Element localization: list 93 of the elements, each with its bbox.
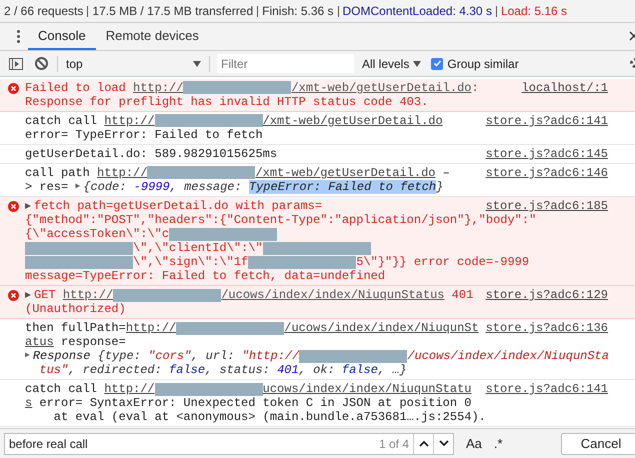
log-text: \",\"clientId\":\" <box>133 241 263 256</box>
source-link[interactable]: store.js?adc6:145 <box>486 147 608 161</box>
status-text: Finish: 5.36 s <box>262 3 334 20</box>
log-text: > res= <box>25 180 70 194</box>
expand-toggle[interactable]: ▶ <box>75 182 80 191</box>
log-text: getUserDetail.do: 589.98291015625ms <box>25 147 278 161</box>
string-value: "http:// <box>242 349 300 364</box>
sidebar-toggle-icon[interactable] <box>9 58 23 70</box>
log-text: 401 <box>450 288 474 302</box>
log-text: Response for preflight has invalid HTTP status code 403. <box>25 95 428 109</box>
log-text: \",\"sign\":\"1f <box>133 255 248 270</box>
source-link[interactable]: store.js?adc6:185 <box>486 199 608 214</box>
expand-arrow-icon[interactable] <box>25 203 31 209</box>
source-link[interactable]: localhost/:1 <box>522 81 608 95</box>
log-text: {\"accessToken\":\"c <box>25 227 170 242</box>
find-query: before real call <box>8 436 89 452</box>
status-text: Load: 5.16 s <box>500 3 568 20</box>
url-link[interactable]: http:// <box>104 114 155 128</box>
log-text: then fullPath= <box>25 321 126 336</box>
url-link[interactable]: /xmt-web/getUserDetail.do <box>255 166 436 180</box>
checkbox-label: Group similar <box>447 56 519 72</box>
error-icon <box>8 83 19 94</box>
expand-arrow-icon[interactable] <box>25 292 31 298</box>
object-text: , status: <box>205 363 271 378</box>
source-link[interactable]: store.js?adc6:141 <box>486 114 608 128</box>
object-text: , redirected: <box>68 363 163 378</box>
clear-console-icon[interactable] <box>35 57 48 70</box>
log-text: error= TypeError: Failed to fetch <box>25 128 263 142</box>
url-link[interactable]: ucows/index/index/NiuqunStatu <box>262 382 472 396</box>
boolean-value: false <box>169 363 206 378</box>
object-text: , …} <box>378 363 407 378</box>
object-text: , url: <box>191 349 236 364</box>
string-value: tus" <box>38 363 68 378</box>
url-link[interactable]: /ucows/index/index/NiuqunSt <box>284 321 479 336</box>
url-link[interactable]: http:// <box>126 321 176 336</box>
object-text: , message: <box>170 180 243 194</box>
status-text: DOMContentLoaded: 4.30 s <box>342 3 492 20</box>
find-field[interactable]: before real call 1 of 4 <box>4 432 454 454</box>
filter-field[interactable]: Filter <box>217 54 354 73</box>
context-select[interactable]: top <box>66 54 201 72</box>
expand-toggle[interactable]: ▶ <box>25 351 30 360</box>
log-text: 5\"}"}} error code=-9999 <box>356 255 530 270</box>
source-link[interactable]: store.js?adc6:141 <box>486 382 608 396</box>
url-link[interactable]: http:// <box>97 166 148 180</box>
highlighted-text: TypeError: Failed to fetch <box>248 180 436 194</box>
source-link[interactable]: store.js?adc6:129 <box>486 288 608 302</box>
string-value: /ucows/index/index/NiuqunSta <box>407 349 609 364</box>
string-value: "cors" <box>148 349 192 364</box>
log-text: (Unauthorized) <box>25 302 126 316</box>
status-text: 17.5 MB / 17.5 MB transferred <box>92 3 254 20</box>
status-text: 2 / 66 requests <box>4 3 84 20</box>
log-text: {"method":"POST","headers":{"Content-Type":"application/json"},"body":" <box>25 213 536 228</box>
group-similar-checkbox[interactable] <box>431 58 444 70</box>
log-text: error= SyntaxError: Unexpected token C in JSON at position 0 <box>38 396 472 410</box>
log-text: – <box>442 166 450 180</box>
error-icon <box>8 290 19 302</box>
log-text: at eval (eval at <anonymous> (main.bundle.a753681….js:2554). <box>52 410 486 424</box>
log-text: call path <box>25 166 91 180</box>
number-value: -9999 <box>134 180 170 194</box>
log-text: Failed to load <box>25 81 127 95</box>
log-text: message=TypeError: Failed to fetch, data=undefined <box>25 269 386 284</box>
object-text: {type: <box>98 349 142 364</box>
chevron-up-icon <box>418 440 428 447</box>
match-case-toggle[interactable]: Aa <box>466 434 482 454</box>
drawer-tab[interactable]: Remote devices <box>96 23 209 50</box>
url-link[interactable]: /ucows/index/index/NiuqunStatus <box>221 288 444 302</box>
object-text: {code: <box>83 180 128 194</box>
regex-toggle[interactable]: .* <box>494 434 503 454</box>
log-text: response= <box>60 335 126 350</box>
url-link[interactable]: http:// <box>133 81 184 95</box>
url-link[interactable]: http:// <box>104 382 155 396</box>
log-text: catch call <box>25 114 98 128</box>
source-link[interactable]: store.js?adc6:136 <box>486 321 608 336</box>
url-link[interactable]: /xmt-web/getUserDetail.do <box>262 114 443 128</box>
boolean-value: false <box>342 363 378 378</box>
object-type: Response <box>32 349 92 364</box>
url-link[interactable]: atus <box>25 335 54 350</box>
chevron-down-icon <box>438 440 448 447</box>
number-value: 401 <box>277 363 299 378</box>
log-text: : <box>471 81 479 95</box>
cancel-button[interactable]: Cancel <box>561 432 635 454</box>
object-text: , ok: <box>298 363 336 378</box>
log-text: catch call <box>25 382 98 396</box>
error-icon <box>8 201 19 212</box>
source-link[interactable]: store.js?adc6:146 <box>486 166 608 180</box>
match-count: 1 of 4 <box>378 436 410 452</box>
url-link[interactable]: /xmt-web/getUserDetail.do <box>291 81 472 95</box>
log-text: fetch path=getUserDetail.do with params= <box>34 199 322 214</box>
object-text: } <box>436 180 444 194</box>
url-link[interactable]: http:// <box>62 288 114 302</box>
log-text: GET <box>34 288 57 302</box>
url-link[interactable]: s <box>25 396 32 410</box>
log-levels-dropdown[interactable]: All levels <box>362 54 422 72</box>
